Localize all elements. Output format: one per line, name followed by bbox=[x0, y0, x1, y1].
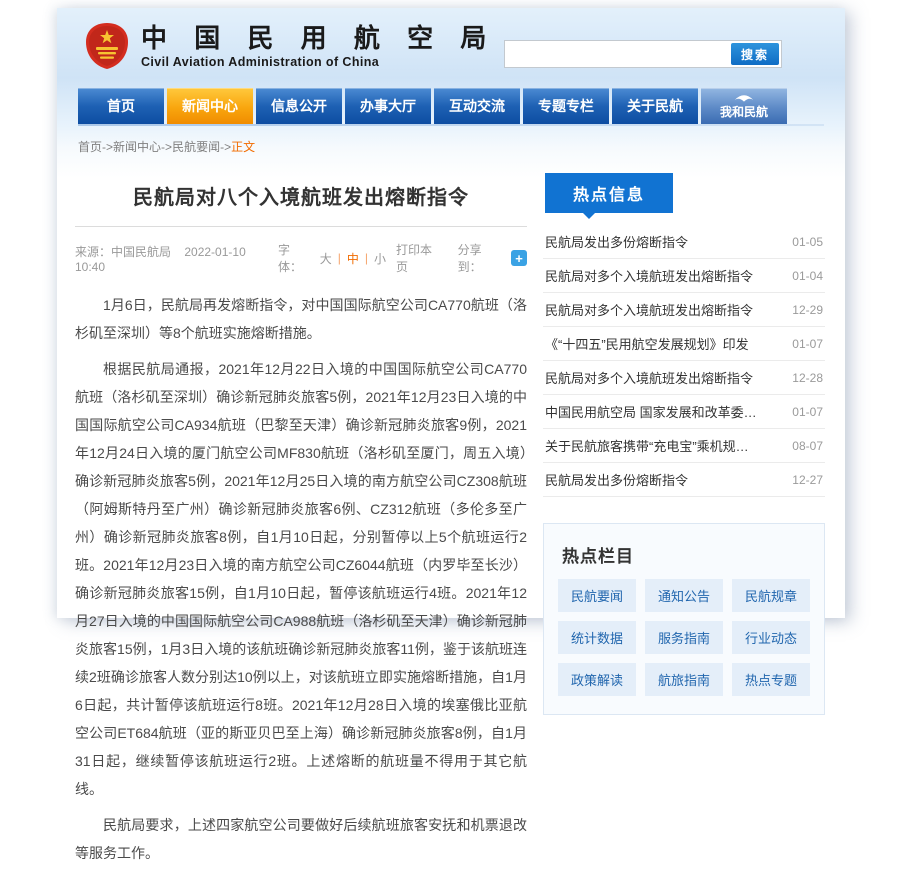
hot-info-item-date: 12-29 bbox=[792, 303, 823, 317]
hot-columns-title: 热点栏目 bbox=[562, 542, 810, 567]
hot-info-item-date: 12-28 bbox=[792, 371, 823, 385]
site-header: 中 国 民 用 航 空 局 Civil Aviation Administrat… bbox=[57, 8, 845, 88]
column-link-regulations[interactable]: 民航规章 bbox=[732, 579, 810, 612]
share-label: 分享到： bbox=[458, 241, 506, 275]
search-button[interactable]: 搜索 bbox=[731, 43, 779, 65]
site-titles: 中 国 民 用 航 空 局 Civil Aviation Administrat… bbox=[141, 23, 496, 69]
column-link-policy-interpretation[interactable]: 政策解读 bbox=[558, 663, 636, 696]
nav-tab-news-center[interactable]: 新闻中心 bbox=[167, 88, 253, 124]
hot-info-item[interactable]: 民航局发出多份熔断指令 12-27 bbox=[543, 463, 825, 497]
breadcrumb-separator: -> bbox=[220, 140, 231, 154]
column-link-industry-news[interactable]: 行业动态 bbox=[732, 621, 810, 654]
hot-info-item[interactable]: 《“十四五”民用航空发展规划》印发 01-07 bbox=[543, 327, 825, 361]
column-link-travel-guide[interactable]: 航旅指南 bbox=[645, 663, 723, 696]
search-box: 搜索 bbox=[504, 40, 782, 68]
breadcrumb-home[interactable]: 首页 bbox=[78, 140, 102, 154]
hot-info-item-date: 01-07 bbox=[792, 405, 823, 419]
national-emblem-icon bbox=[85, 22, 129, 70]
hot-info-item-date: 08-07 bbox=[792, 439, 823, 453]
hot-info-list: 民航局发出多份熔断指令 01-05 民航局对多个入境航班发出熔断指令 01-04… bbox=[543, 225, 825, 497]
font-size-medium[interactable]: 中 bbox=[347, 250, 359, 267]
page: 中 国 民 用 航 空 局 Civil Aviation Administrat… bbox=[57, 8, 845, 618]
title-divider bbox=[75, 226, 527, 227]
nav-tab-interaction[interactable]: 互动交流 bbox=[434, 88, 520, 124]
article-paragraph: 1月6日，民航局再发熔断指令，对中国国际航空公司CA770航班（洛杉矶至深圳）等… bbox=[75, 291, 527, 347]
hot-columns-panel: 热点栏目 民航要闻 通知公告 民航规章 统计数据 服务指南 行业动态 政策解读 … bbox=[543, 523, 825, 715]
hot-info-item[interactable]: 民航局对多个入境航班发出熔断指令 12-29 bbox=[543, 293, 825, 327]
nav-tab-home[interactable]: 首页 bbox=[78, 88, 164, 124]
column-link-statistics[interactable]: 统计数据 bbox=[558, 621, 636, 654]
main-content: 民航局对八个入境航班发出熔断指令 来源：中国民航局 2022-01-10 10:… bbox=[57, 155, 845, 875]
font-size-separator: | bbox=[338, 251, 341, 265]
font-size-separator: | bbox=[365, 251, 368, 265]
main-nav: 首页 新闻中心 信息公开 办事大厅 互动交流 专题专栏 关于民航 我和民航 bbox=[57, 88, 845, 124]
hot-info-item-title: 民航局对多个入境航班发出熔断指令 bbox=[545, 368, 753, 387]
hot-info-item-date: 01-05 bbox=[792, 235, 823, 249]
breadcrumb-caac-news[interactable]: 民航要闻 bbox=[172, 140, 220, 154]
font-size-label: 字体： bbox=[278, 241, 314, 275]
print-page-button[interactable]: 打印本页 bbox=[396, 241, 444, 275]
article-paragraph: 根据民航局通报，2021年12月22日入境的中国国际航空公司CA770航班（洛杉… bbox=[75, 355, 527, 803]
hot-info-item-title: 关于民航旅客携带“充电宝”乘机规定的... bbox=[545, 436, 760, 455]
hot-info-item-title: 民航局对多个入境航班发出熔断指令 bbox=[545, 266, 753, 285]
hot-info-item-title: 民航局对多个入境航班发出熔断指令 bbox=[545, 300, 753, 319]
nav-tab-label: 我和民航 bbox=[720, 103, 768, 120]
sidebar: 热点信息 民航局发出多份熔断指令 01-05 民航局对多个入境航班发出熔断指令 … bbox=[543, 171, 825, 875]
hot-info-item[interactable]: 民航局对多个入境航班发出熔断指令 01-04 bbox=[543, 259, 825, 293]
hot-info-item-title: 民航局发出多份熔断指令 bbox=[545, 470, 688, 489]
hot-info-item-date: 01-04 bbox=[792, 269, 823, 283]
hot-info-item-title: 民航局发出多份熔断指令 bbox=[545, 232, 688, 251]
article-body: 1月6日，民航局再发熔断指令，对中国国际航空公司CA770航班（洛杉矶至深圳）等… bbox=[75, 291, 527, 867]
font-size-large[interactable]: 大 bbox=[320, 250, 332, 267]
hot-info-item-title: 中国民用航空局 国家发展和改革委员会... bbox=[545, 402, 760, 421]
site-title-cn: 中 国 民 用 航 空 局 bbox=[141, 23, 496, 53]
column-link-caac-news[interactable]: 民航要闻 bbox=[558, 579, 636, 612]
nav-tab-service-hall[interactable]: 办事大厅 bbox=[345, 88, 431, 124]
breadcrumb-separator: -> bbox=[102, 140, 113, 154]
hot-info-item[interactable]: 关于民航旅客携带“充电宝”乘机规定的... 08-07 bbox=[543, 429, 825, 463]
hot-info-item-date: 01-07 bbox=[792, 337, 823, 351]
column-link-service-guide[interactable]: 服务指南 bbox=[645, 621, 723, 654]
breadcrumb-news-center[interactable]: 新闻中心 bbox=[113, 140, 161, 154]
hot-columns-grid: 民航要闻 通知公告 民航规章 统计数据 服务指南 行业动态 政策解读 航旅指南 … bbox=[558, 579, 810, 696]
nav-tab-special-topics[interactable]: 专题专栏 bbox=[523, 88, 609, 124]
share-more-icon[interactable]: + bbox=[511, 250, 527, 266]
article-source: 来源：中国民航局 bbox=[75, 245, 171, 259]
column-link-hot-topics[interactable]: 热点专题 bbox=[732, 663, 810, 696]
breadcrumb-separator: -> bbox=[161, 140, 172, 154]
hot-info-item-date: 12-27 bbox=[792, 473, 823, 487]
hot-info-item-title: 《“十四五”民用航空发展规划》印发 bbox=[545, 334, 749, 353]
breadcrumb: 首页->新闻中心->民航要闻->正文 bbox=[57, 126, 845, 155]
nav-tab-info-disclosure[interactable]: 信息公开 bbox=[256, 88, 342, 124]
font-size-small[interactable]: 小 bbox=[374, 250, 386, 267]
breadcrumb-current: 正文 bbox=[231, 140, 255, 154]
hot-info-item[interactable]: 中国民用航空局 国家发展和改革委员会... 01-07 bbox=[543, 395, 825, 429]
article-meta-right: 字体： 大 | 中 | 小 打印本页 分享到： + bbox=[278, 241, 527, 275]
hot-info-item[interactable]: 民航局发出多份熔断指令 01-05 bbox=[543, 225, 825, 259]
nav-tab-me-and-caac[interactable]: 我和民航 bbox=[701, 88, 787, 124]
article-meta-left: 来源：中国民航局 2022-01-10 10:40 bbox=[75, 243, 278, 274]
hot-info-item[interactable]: 民航局对多个入境航班发出熔断指令 12-28 bbox=[543, 361, 825, 395]
article-paragraph: 民航局要求，上述四家航空公司要做好后续航班旅客安抚和机票退改等服务工作。 bbox=[75, 811, 527, 867]
article-title: 民航局对八个入境航班发出熔断指令 bbox=[75, 181, 527, 210]
column-link-notices[interactable]: 通知公告 bbox=[645, 579, 723, 612]
article-meta: 来源：中国民航局 2022-01-10 10:40 字体： 大 | 中 | 小 … bbox=[75, 241, 527, 275]
site-title-en: Civil Aviation Administration of China bbox=[141, 55, 496, 69]
eagle-icon bbox=[733, 93, 755, 103]
article: 民航局对八个入境航班发出熔断指令 来源：中国民航局 2022-01-10 10:… bbox=[75, 171, 527, 875]
nav-tab-about-caac[interactable]: 关于民航 bbox=[612, 88, 698, 124]
hot-info-header: 热点信息 bbox=[545, 173, 673, 213]
